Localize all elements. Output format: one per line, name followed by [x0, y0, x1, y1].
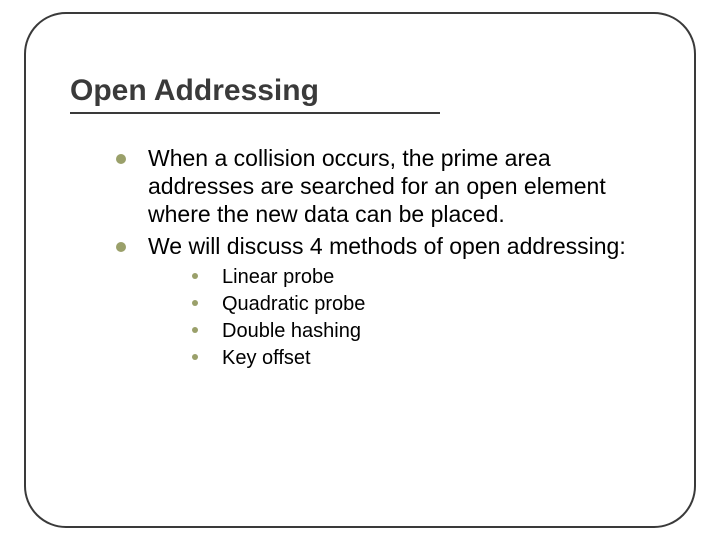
sub-bullet-item: Linear probe	[188, 264, 640, 291]
bullet-item: When a collision occurs, the prime area …	[112, 144, 640, 228]
sub-bullet-item: Quadratic probe	[188, 291, 640, 318]
title-block: Open Addressing	[70, 74, 650, 114]
title-underline	[70, 112, 440, 114]
sub-list: Linear probe Quadratic probe Double hash…	[112, 264, 640, 372]
slide: Open Addressing When a collision occurs,…	[0, 0, 720, 540]
slide-frame: Open Addressing When a collision occurs,…	[24, 12, 696, 528]
bullet-item: We will discuss 4 methods of open addres…	[112, 232, 640, 260]
sub-bullet-item: Double hashing	[188, 318, 640, 345]
slide-title: Open Addressing	[70, 74, 650, 108]
sub-bullet-item: Key offset	[188, 345, 640, 372]
content-area: When a collision occurs, the prime area …	[70, 144, 650, 372]
